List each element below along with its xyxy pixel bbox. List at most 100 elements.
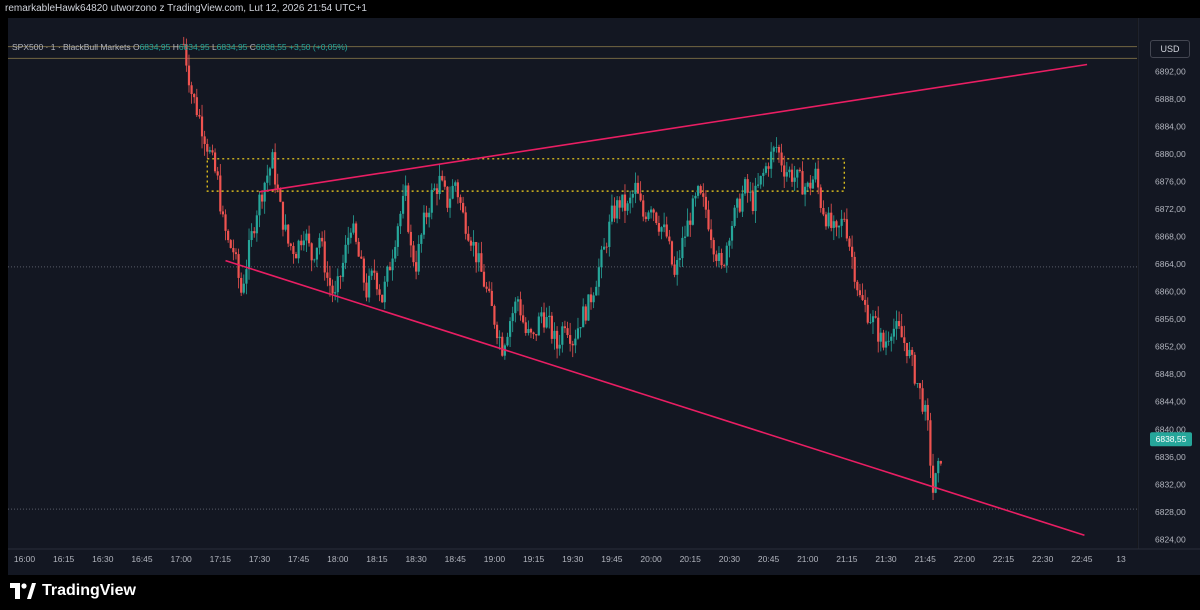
candle-body [937,460,940,474]
currency-button[interactable]: USD [1150,40,1190,58]
candle-body [858,290,862,296]
candle-body [759,175,762,185]
candle-body [516,299,520,302]
candle-body [602,246,606,250]
candle-body [576,328,580,339]
candle-body [501,336,504,356]
candle-body [425,212,428,218]
candle-body [683,236,687,238]
price-chart[interactable]: 6892,00 6888,00 6884,00 6880,00 6876,00 6872,… [0,18,1200,575]
candle-body [696,186,700,196]
candle-body [929,420,932,466]
candle-body [582,306,585,328]
candle-body [438,175,441,194]
candle-body [811,179,815,189]
x-tick-label: 16:15 [53,554,75,564]
candle-body [446,186,449,208]
candle-body [775,146,778,148]
symbol-name[interactable]: SPX500 · 1 · BlackBull Markets [12,42,131,52]
candle-body [931,465,935,493]
candle-body [832,221,835,228]
candle-body [921,388,924,412]
candle-body [430,189,433,213]
y-tick-label: 6856,00 [1155,314,1186,324]
candle-body [563,326,567,329]
candle-body [412,245,415,263]
x-tick-label: 17:00 [171,554,193,564]
candle-body [187,65,191,86]
candle-body [939,460,942,464]
candle-body [702,193,705,197]
x-tick-label: 17:30 [249,554,271,564]
candle-body [618,200,621,208]
x-tick-label: 18:30 [405,554,427,564]
candle-body [634,182,637,194]
candle-body [924,404,927,412]
candle-body [644,216,647,220]
candle-body [378,289,381,295]
candle-body [840,218,843,226]
attribution-header: remarkableHawk64820 utworzono z TradingV… [0,0,1200,18]
symbol-legend[interactable]: SPX500 · 1 · BlackBull Markets O6834,95 … [12,42,348,52]
candle-body [642,200,645,217]
candle-body [670,241,674,265]
tradingview-logo[interactable]: TradingView [10,582,136,600]
candle-body [848,238,851,247]
y-tick-label: 6828,00 [1155,507,1186,517]
candle-body [871,316,875,323]
candle-body [777,146,781,153]
y-tick-label: 6864,00 [1155,259,1186,269]
candle-body [913,354,916,384]
candle-body [770,151,773,169]
candle-body [488,288,491,291]
candle-body [240,277,243,293]
chart-area[interactable]: 6892,00 6888,00 6884,00 6880,00 6876,00 6872,… [0,18,1200,575]
candle-body [292,245,295,254]
candle-body [485,286,488,289]
candle-body [647,212,650,220]
candle-body [401,195,405,214]
candle-body [660,227,663,232]
candle-body [916,383,919,384]
candle-body [545,317,548,328]
candle-body [315,247,318,260]
candle-body [574,338,577,346]
candle-body [704,196,707,210]
candle-body [370,270,373,276]
candle-body [368,275,371,298]
candle-body [255,215,258,234]
candle-body [375,272,379,290]
candle-body [869,322,872,323]
candle-body [621,194,624,208]
candle-body [352,223,355,233]
y-tick-label: 6888,00 [1155,94,1186,104]
y-tick-label: 6892,00 [1155,66,1186,76]
candle-body [519,299,522,316]
candle-body [743,179,747,194]
candle-body [469,240,473,246]
candle-body [475,241,478,263]
candle-body [558,344,561,349]
candle-body [258,194,261,216]
candle-body [595,286,598,296]
candle-body [676,260,679,275]
candle-body [856,281,859,291]
candle-body [190,85,193,95]
y-tick-label: 6852,00 [1155,342,1186,352]
x-tick-label: 20:00 [640,554,662,564]
candle-body [221,211,225,215]
candle-body [589,294,593,303]
candle-body [522,315,525,323]
candle-body [918,383,922,389]
candle-body [845,219,848,239]
x-tick-label: 16:45 [131,554,153,564]
candle-body [540,312,543,317]
candle-body [527,329,530,333]
candle-body [738,198,741,212]
candle-body [850,246,854,257]
candle-body [344,244,347,263]
candle-body [407,185,410,232]
x-tick-label: 22:30 [1032,554,1054,564]
candle-body [892,328,895,337]
candle-body [537,316,540,336]
